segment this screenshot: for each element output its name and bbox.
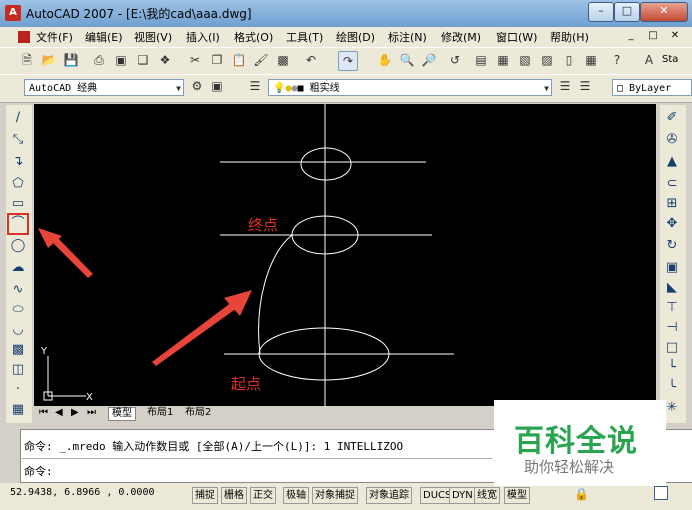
osnap-toggle[interactable]: 对象捕捉 [312,487,358,504]
watermark-title: 百科全说 [514,424,638,459]
annotation-arrow-to-tool [38,228,93,278]
lock-icon[interactable]: 🔒 [574,487,589,501]
snap-toggle[interactable]: 捕捉 [192,487,218,504]
otrack-toggle[interactable]: 对象追踪 [366,487,412,504]
watermark-badge: 百科全说 助你轻松解决 [494,400,666,486]
tab-layout1[interactable]: 布局1 [144,407,176,419]
clean-screen-icon[interactable] [654,486,668,500]
ortho-toggle[interactable]: 正交 [250,487,276,504]
tab-layout2[interactable]: 布局2 [182,407,214,419]
coordinate-readout: 52.9438, 6.8966 , 0.0000 [10,487,155,498]
command-prompt-input[interactable]: 命令: [24,463,53,479]
command-history-line: 命令: _.mredo 输入动作数目或 [全部(A)/上一个(L)]: 1 IN… [24,440,404,453]
tab-model[interactable]: 模型 [108,407,136,421]
tab-nav-last-icon[interactable]: ⏭ [84,407,99,419]
tab-nav-first-icon[interactable]: ⏮ [36,407,51,419]
grid-toggle[interactable]: 栅格 [221,487,247,504]
tab-nav-next-icon[interactable]: ▶ [68,407,82,419]
watermark-subtitle: 助你轻松解决 [524,458,615,476]
tab-nav-prev-icon[interactable]: ◀ [52,407,66,419]
polar-toggle[interactable]: 极轴 [283,487,309,504]
model-toggle[interactable]: 模型 [504,487,530,504]
command-divider [22,458,492,459]
lineweight-toggle[interactable]: 线宽 [474,487,500,504]
dyn-toggle[interactable]: DYN [449,487,476,504]
layout-tab-bar [34,406,494,420]
